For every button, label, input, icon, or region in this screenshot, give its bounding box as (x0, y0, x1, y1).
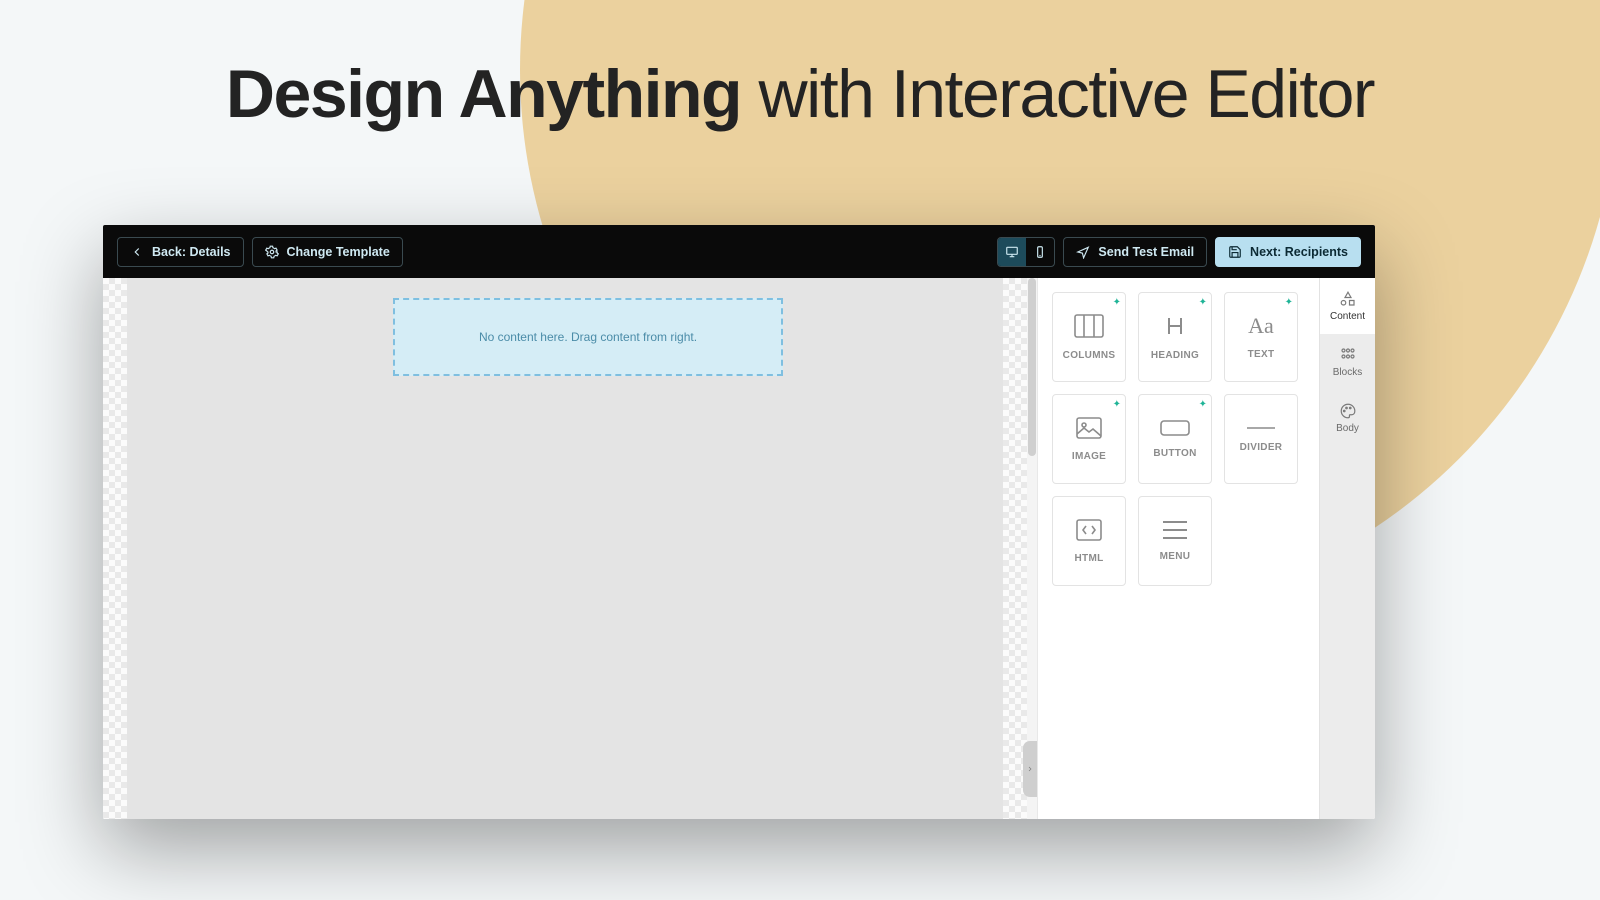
button-icon (1160, 420, 1190, 436)
blocks-panel: COLUMNS HEADING Aa TEXT IMAGE (1037, 278, 1319, 819)
ai-spark-icon (1113, 297, 1121, 308)
empty-dropzone[interactable]: No content here. Drag content from right… (393, 298, 783, 376)
block-html-label: HTML (1075, 553, 1104, 564)
checkerboard-right (1003, 278, 1027, 819)
send-test-email-button[interactable]: Send Test Email (1063, 237, 1207, 267)
tab-content-label: Content (1330, 311, 1365, 322)
hero-title: Design Anything with Interactive Editor (0, 55, 1600, 133)
next-recipients-label: Next: Recipients (1250, 245, 1348, 259)
mobile-icon (1033, 245, 1047, 259)
block-menu[interactable]: MENU (1138, 496, 1212, 586)
ai-spark-icon (1113, 399, 1121, 410)
grid-icon (1339, 346, 1357, 364)
gear-icon (265, 245, 279, 259)
save-icon (1228, 245, 1242, 259)
block-columns[interactable]: COLUMNS (1052, 292, 1126, 382)
block-divider-label: DIVIDER (1240, 442, 1283, 453)
editor-window: Back: Details Change Template Send Test … (103, 225, 1375, 819)
canvas-area: No content here. Drag content from right… (103, 278, 1037, 819)
columns-icon (1074, 314, 1104, 338)
block-heading[interactable]: HEADING (1138, 292, 1212, 382)
desktop-preview-button[interactable] (998, 238, 1026, 266)
divider-icon (1247, 426, 1275, 430)
block-columns-label: COLUMNS (1063, 350, 1116, 361)
palette-icon (1339, 402, 1357, 420)
block-menu-label: MENU (1160, 551, 1191, 562)
menu-icon (1163, 521, 1187, 539)
arrow-left-icon (130, 245, 144, 259)
editor-body: No content here. Drag content from right… (103, 278, 1375, 819)
ai-spark-icon (1285, 297, 1293, 308)
hero-sep: with (759, 56, 891, 132)
device-toggle (997, 237, 1055, 267)
text-icon: Aa (1248, 315, 1274, 337)
block-divider[interactable]: DIVIDER (1224, 394, 1298, 484)
editor-topbar: Back: Details Change Template Send Test … (103, 225, 1375, 278)
block-image-label: IMAGE (1072, 451, 1106, 462)
checkerboard-left (103, 278, 127, 819)
side-tabs-rail: Content Blocks Body (1319, 278, 1375, 819)
block-text[interactable]: Aa TEXT (1224, 292, 1298, 382)
hero-part2: Interactive Editor (891, 56, 1374, 132)
block-heading-label: HEADING (1151, 350, 1199, 361)
block-html[interactable]: HTML (1052, 496, 1126, 586)
canvas-stage[interactable]: No content here. Drag content from right… (127, 278, 1003, 819)
next-recipients-button[interactable]: Next: Recipients (1215, 237, 1361, 267)
tab-blocks-label: Blocks (1333, 367, 1362, 378)
tab-blocks[interactable]: Blocks (1320, 334, 1375, 390)
tab-body-label: Body (1336, 423, 1359, 434)
panel-collapse-handle[interactable] (1023, 741, 1037, 797)
shapes-icon (1339, 290, 1357, 308)
canvas-scrollbar-track[interactable] (1027, 278, 1037, 819)
change-template-button[interactable]: Change Template (252, 237, 403, 267)
send-test-email-label: Send Test Email (1098, 245, 1194, 259)
dropzone-placeholder: No content here. Drag content from right… (479, 330, 697, 344)
mobile-preview-button[interactable] (1026, 238, 1054, 266)
back-button[interactable]: Back: Details (117, 237, 244, 267)
block-text-label: TEXT (1248, 349, 1275, 360)
block-button-label: BUTTON (1153, 448, 1196, 459)
canvas-scrollbar-thumb[interactable] (1028, 278, 1036, 456)
blocks-grid: COLUMNS HEADING Aa TEXT IMAGE (1052, 292, 1319, 586)
block-button[interactable]: BUTTON (1138, 394, 1212, 484)
chevron-right-icon (1026, 763, 1034, 775)
hero-part1: Design Anything (226, 56, 741, 132)
back-button-label: Back: Details (152, 245, 231, 259)
heading-icon (1163, 314, 1187, 338)
image-icon (1076, 417, 1102, 439)
ai-spark-icon (1199, 297, 1207, 308)
html-icon (1076, 519, 1102, 541)
tab-body[interactable]: Body (1320, 390, 1375, 446)
monitor-icon (1005, 245, 1019, 259)
send-icon (1076, 245, 1090, 259)
tab-content[interactable]: Content (1320, 278, 1375, 334)
change-template-label: Change Template (287, 245, 390, 259)
block-image[interactable]: IMAGE (1052, 394, 1126, 484)
ai-spark-icon (1199, 399, 1207, 410)
